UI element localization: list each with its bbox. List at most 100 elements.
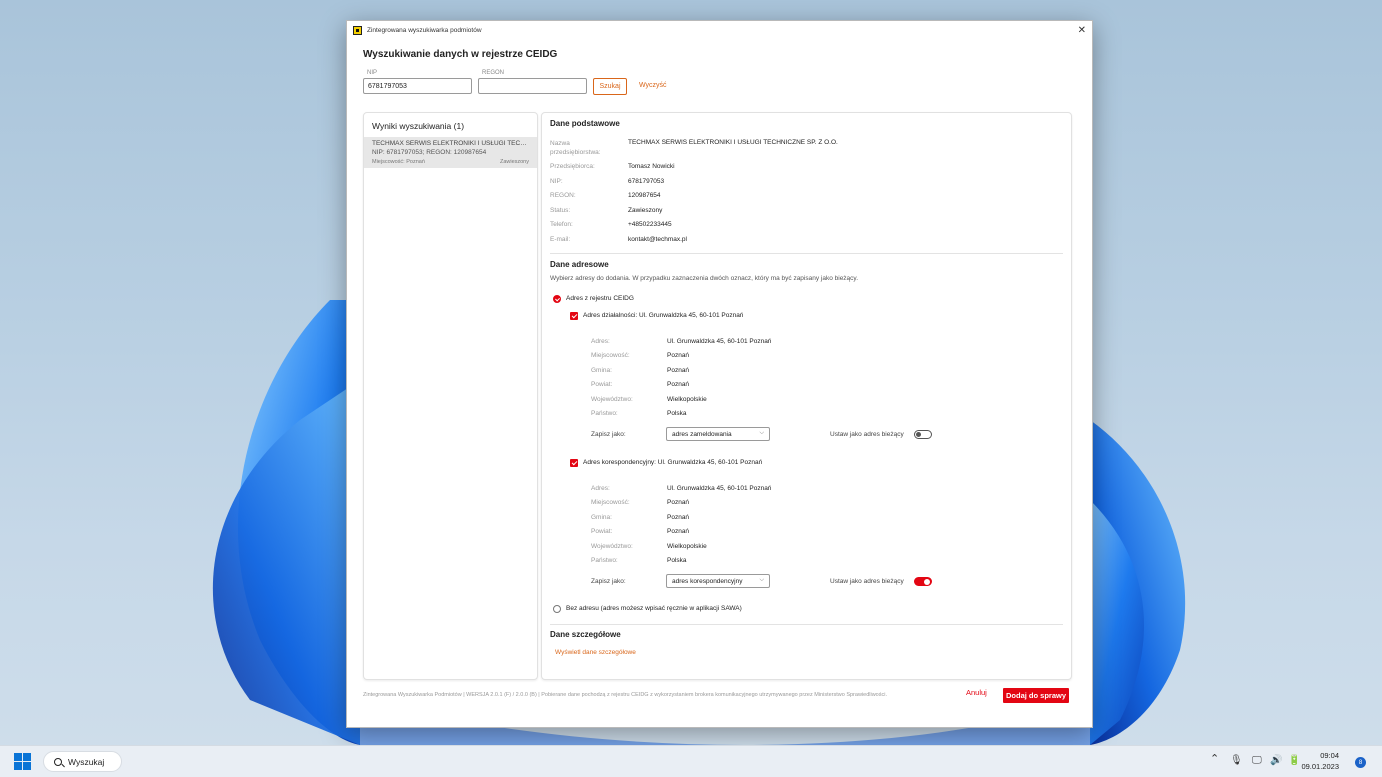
cancel-button[interactable]: Anuluj	[966, 688, 987, 697]
chevron-down-icon: ⌵	[759, 577, 764, 583]
basic-label: REGON:	[550, 192, 576, 199]
result-status: Zawieszony	[499, 159, 529, 165]
basic-label: NIP:	[550, 178, 563, 185]
correspondence-value: Polska	[667, 557, 687, 564]
registry-address-radio[interactable]	[553, 295, 561, 303]
taskbar-search-label: Wyszukaj	[68, 756, 105, 767]
search-button[interactable]: Szukaj	[593, 78, 627, 95]
correspondence-value: Poznań	[667, 499, 690, 506]
address-hint: Wybierz adresy do dodania. W przypadku z…	[550, 275, 858, 282]
correspondence-value: Ul. Grunwaldzka 45, 60-101 Poznań	[667, 485, 772, 492]
chevron-up-icon[interactable]: ⌃	[1210, 752, 1219, 765]
business-current-toggle[interactable]	[914, 430, 932, 439]
clock[interactable]: 09:04 09.01.2023	[1301, 750, 1339, 772]
search-icon	[54, 757, 62, 766]
windows-start-icon[interactable]	[14, 753, 31, 770]
nip-input[interactable]	[363, 78, 472, 94]
business-label: Państwo:	[591, 410, 618, 417]
footer-info: Zintegrowana Wyszukiwarka Podmiotów | WE…	[363, 692, 887, 698]
network-icon[interactable]: 🖵	[1252, 755, 1262, 766]
taskbar-search[interactable]: Wyszukaj	[43, 751, 122, 772]
business-label: Miejscowość:	[591, 352, 630, 359]
business-address-heading: Adres działalności: Ul. Grunwaldzka 45, …	[583, 312, 744, 319]
close-icon[interactable]: ✕	[1078, 25, 1086, 36]
details-panel: Dane podstawowe Nazwa przedsiębiorstwa: …	[541, 112, 1072, 680]
battery-icon[interactable]: 🔋	[1288, 755, 1300, 766]
correspondence-value: Poznań	[667, 528, 690, 535]
notification-badge[interactable]: 8	[1355, 757, 1366, 768]
basic-section-title: Dane podstawowe	[550, 119, 620, 128]
basic-label: Nazwa przedsiębiorstwa:	[550, 140, 601, 156]
regon-label: REGON	[482, 70, 505, 76]
correspondence-value: Wielkopolskie	[667, 543, 707, 550]
business-save-as-select[interactable]: adres zameldowania ⌵	[666, 427, 770, 441]
clock-date: 09.01.2023	[1301, 762, 1339, 771]
business-current-label: Ustaw jako adres bieżący	[830, 431, 904, 438]
business-value: Poznań	[667, 367, 690, 374]
app-logo-icon	[353, 25, 362, 35]
business-save-as-value: adres zameldowania	[672, 431, 732, 438]
nip-label: NIP	[367, 70, 378, 76]
basic-label: Telefon:	[550, 221, 573, 228]
basic-label: Status:	[550, 207, 571, 214]
app-window: Zintegrowana wyszukiwarka podmiotów ✕ Wy…	[346, 20, 1093, 728]
correspondence-label: Adres:	[591, 485, 610, 492]
business-address-checkbox[interactable]	[570, 312, 578, 320]
clock-time: 09:04	[1320, 751, 1339, 760]
basic-value: 120987654	[628, 192, 661, 199]
business-save-as-label: Zapisz jako:	[591, 431, 626, 438]
result-ids: NIP: 6781797053; REGON: 120987654	[372, 149, 487, 156]
basic-value: +48502233445	[628, 221, 672, 228]
business-value: Poznań	[667, 381, 690, 388]
taskbar: Wyszukaj ⌃ 🎙 🖵 🔊 🔋 09:04 09.01.2023 8	[0, 745, 1382, 777]
volume-icon[interactable]: 🔊	[1270, 755, 1282, 766]
microphone-icon[interactable]: 🎙	[1230, 755, 1243, 766]
basic-value: Tomasz Nowicki	[628, 163, 675, 170]
business-value: Polska	[667, 410, 687, 417]
regon-input[interactable]	[478, 78, 587, 94]
toggle-knob	[924, 578, 930, 585]
correspondence-label: Miejscowość:	[591, 499, 630, 506]
correspondence-value: Poznań	[667, 514, 690, 521]
correspondence-address-checkbox[interactable]	[570, 459, 578, 467]
basic-value: TECHMAX SERWIS ELEKTRONIKI I USŁUGI TECH…	[628, 139, 838, 146]
no-address-label: Bez adresu (adres możesz wpisać ręcznie …	[566, 605, 742, 612]
add-to-case-button[interactable]: Dodaj do sprawy	[1003, 688, 1069, 703]
toggle-knob	[916, 432, 921, 437]
show-details-link[interactable]: Wyświetl dane szczegółowe	[555, 649, 636, 656]
title-bar: Zintegrowana wyszukiwarka podmiotów ✕	[347, 21, 1092, 39]
business-value: Wielkopolskie	[667, 396, 707, 403]
address-section-title: Dane adresowe	[550, 260, 609, 269]
no-address-radio[interactable]	[553, 605, 561, 613]
result-name: TECHMAX SERWIS ELEKTRONIKI I USŁUGI TECH…	[372, 140, 530, 147]
correspondence-label: Powiat:	[591, 528, 613, 535]
basic-value: kontakt@techmax.pl	[628, 236, 687, 243]
business-label: Powiat:	[591, 381, 613, 388]
correspondence-save-as-value: adres korespondencyjny	[672, 578, 743, 585]
business-label: Województwo:	[591, 396, 633, 403]
correspondence-label: Województwo:	[591, 543, 633, 550]
business-value: Poznań	[667, 352, 690, 359]
correspondence-current-label: Ustaw jako adres bieżący	[830, 578, 904, 585]
clear-link[interactable]: Wyczyść	[639, 82, 667, 89]
chevron-down-icon: ⌵	[759, 430, 764, 436]
business-value: Ul. Grunwaldzka 45, 60-101 Poznań	[667, 338, 772, 345]
basic-value: Zawieszony	[628, 207, 663, 214]
results-panel: Wyniki wyszukiwania (1) TECHMAX SERWIS E…	[363, 112, 538, 680]
section-divider	[550, 624, 1063, 625]
basic-label: E-mail:	[550, 236, 571, 243]
business-label: Gmina:	[591, 367, 612, 374]
registry-address-label: Adres z rejestru CEIDG	[566, 295, 634, 302]
basic-label: Przedsiębiorca:	[550, 163, 595, 170]
result-item[interactable]: TECHMAX SERWIS ELEKTRONIKI I USŁUGI TECH…	[364, 137, 537, 168]
correspondence-label: Gmina:	[591, 514, 612, 521]
window-title: Zintegrowana wyszukiwarka podmiotów	[367, 26, 482, 34]
business-label: Adres:	[591, 338, 610, 345]
results-title: Wyniki wyszukiwania (1)	[372, 121, 465, 131]
basic-value: 6781797053	[628, 178, 665, 185]
section-divider	[550, 253, 1063, 254]
correspondence-save-as-select[interactable]: adres korespondencyjny ⌵	[666, 574, 770, 588]
correspondence-current-toggle[interactable]	[914, 577, 932, 586]
correspondence-label: Państwo:	[591, 557, 618, 564]
details-section-title: Dane szczegółowe	[550, 630, 621, 639]
